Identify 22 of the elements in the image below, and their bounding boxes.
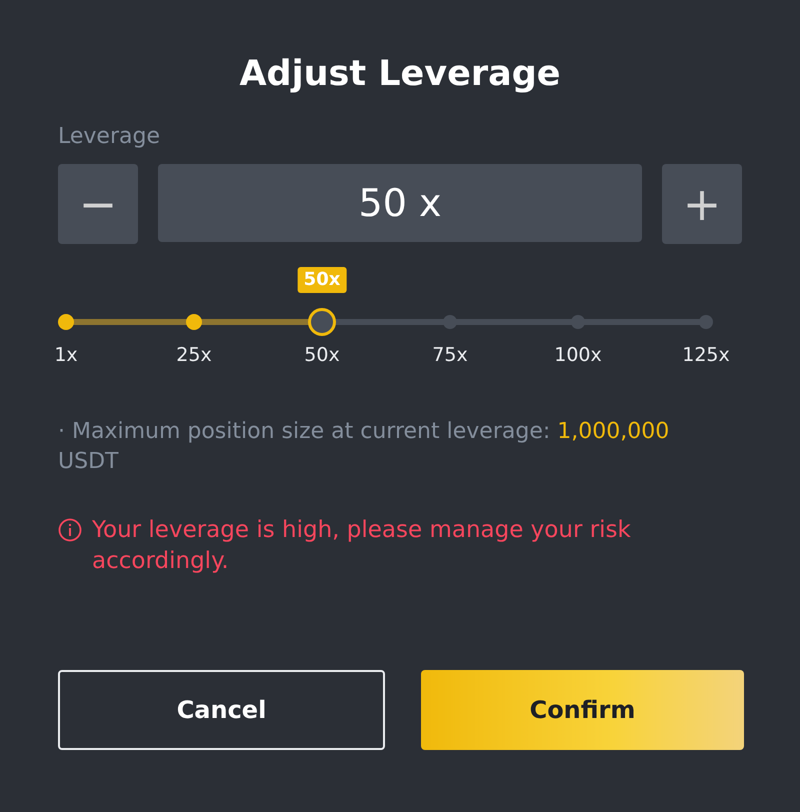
- decrease-button[interactable]: −: [58, 164, 138, 244]
- leverage-field[interactable]: 50 x: [158, 164, 642, 242]
- info-icon: [58, 518, 82, 542]
- slider-step-dot[interactable]: [699, 315, 713, 329]
- tick-label: 50x: [304, 343, 340, 368]
- increase-button[interactable]: +: [662, 164, 742, 244]
- tick-label: 75x: [432, 343, 468, 368]
- tick-label: 125x: [682, 343, 730, 368]
- slider-step-dot[interactable]: [58, 314, 74, 330]
- field-label: Leverage: [58, 123, 161, 151]
- tick-label: 25x: [176, 343, 212, 368]
- value-badge: 50x: [298, 267, 346, 293]
- max-position-text: · Maximum position size at current leverage: 1,000,000 USDT: [58, 418, 670, 476]
- leverage-slider[interactable]: [58, 308, 714, 336]
- confirm-button[interactable]: Confirm: [421, 670, 744, 750]
- tick-label: 100x: [554, 343, 602, 368]
- warning-text: Your leverage is high, please manage your risk accordingly.: [92, 516, 632, 576]
- tick-label: 1x: [54, 343, 78, 368]
- cancel-button[interactable]: Cancel: [58, 670, 385, 750]
- slider-thumb[interactable]: [308, 308, 336, 336]
- dialog-title: Adjust Leverage: [238, 53, 562, 96]
- slider-step-dot[interactable]: [186, 314, 202, 330]
